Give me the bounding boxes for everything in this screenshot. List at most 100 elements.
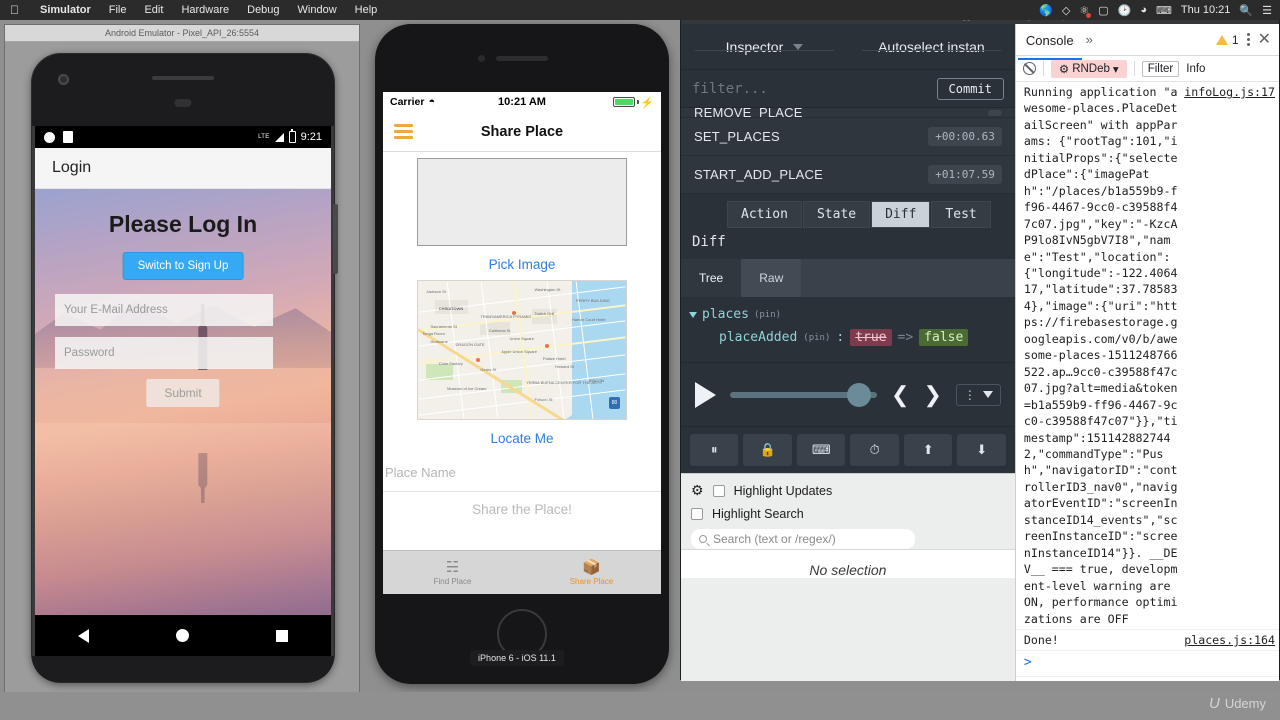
action-row[interactable]: START_ADD_PLACE +01:07.59: [681, 156, 1015, 194]
submit-button[interactable]: Submit: [146, 379, 220, 407]
console-log-source[interactable]: infoLog.js:17: [1184, 84, 1275, 627]
ios-simulator-window[interactable]: Carrier ◓ 10:21 AM ⚡ Share Place Pick Im…: [361, 24, 673, 688]
dropbox-icon[interactable]: ◇: [1062, 4, 1070, 17]
menu-item-simulator[interactable]: Simulator: [31, 4, 100, 16]
subtab-tree[interactable]: Tree: [681, 259, 742, 297]
android-navigation-bar[interactable]: [35, 615, 331, 656]
diff-root-key: places: [702, 307, 749, 322]
chevron-left-icon[interactable]: ❮: [891, 382, 909, 408]
place-name-input[interactable]: Place Name: [383, 465, 661, 480]
recents-icon[interactable]: [275, 629, 288, 642]
diff-prop-node[interactable]: placeAdded (pin) : true => false: [719, 329, 1015, 346]
gear-icon[interactable]: ⚙: [691, 482, 704, 499]
diff-root-node[interactable]: places (pin): [689, 307, 1015, 322]
back-icon[interactable]: [78, 628, 90, 643]
pause-circle-icon[interactable]: ⏸: [690, 434, 739, 466]
menu-item-help[interactable]: Help: [346, 4, 387, 16]
tab-find-place[interactable]: ☵ Find Place: [383, 551, 522, 594]
menu-item-window[interactable]: Window: [289, 4, 346, 16]
keyboard-icon[interactable]: ⌨: [796, 434, 846, 466]
tab-action[interactable]: Action: [727, 200, 802, 228]
front-camera-icon: [58, 74, 69, 85]
menu-item-edit[interactable]: Edit: [135, 4, 172, 16]
chevron-double-right-icon[interactable]: »: [1086, 32, 1093, 47]
warning-badge[interactable]: 1: [1215, 33, 1239, 47]
action-name: START_ADD_PLACE: [694, 167, 823, 182]
filter-button[interactable]: Filter: [1141, 60, 1180, 77]
menu-item-file[interactable]: File: [100, 4, 136, 16]
close-icon[interactable]: ✕: [1258, 31, 1271, 48]
power-button[interactable]: [333, 204, 338, 274]
log-level-button[interactable]: Info: [1186, 63, 1205, 75]
inspector-selector[interactable]: Inspector: [681, 39, 848, 55]
network-type-label: LTE: [258, 134, 270, 140]
filter-input[interactable]: filter...: [692, 81, 937, 97]
highlight-search-checkbox[interactable]: [691, 508, 703, 520]
android-screen[interactable]: LTE 9:21 Login Please Log In Switch to S…: [35, 126, 331, 615]
play-icon[interactable]: [695, 381, 716, 408]
timer-off-icon[interactable]: ⏱: [850, 434, 899, 466]
password-field[interactable]: Password: [55, 337, 273, 369]
lock-icon[interactable]: 🔒: [743, 434, 792, 466]
search-icon[interactable]: 🔍: [1239, 4, 1253, 17]
slider-handle[interactable]: [847, 382, 871, 407]
android-emulator-window[interactable]: Android Emulator - Pixel_API_26:5554 LTE…: [4, 24, 360, 692]
switch-to-signup-button[interactable]: Switch to Sign Up: [122, 252, 244, 280]
download-icon[interactable]: ⬇: [957, 434, 1006, 466]
map-label: Geary St: [480, 366, 497, 372]
email-field[interactable]: Your E-Mail Address: [55, 294, 273, 326]
console-log-row[interactable]: Done! places.js:164: [1015, 630, 1279, 652]
upload-icon[interactable]: ⬆: [903, 434, 953, 466]
tab-diff[interactable]: Diff: [871, 200, 931, 228]
clear-console-icon[interactable]: [1022, 62, 1036, 75]
clock-icon[interactable]: 🕑: [1118, 4, 1132, 17]
battery-icon: [288, 129, 296, 143]
wifi-icon[interactable]: ◕: [1140, 4, 1147, 16]
control-center-icon[interactable]: ☰: [1262, 4, 1272, 17]
highlight-updates-checkbox[interactable]: [712, 484, 725, 497]
action-row[interactable]: SET_PLACES +00:00.63: [681, 118, 1015, 156]
pick-image-button[interactable]: Pick Image: [383, 246, 661, 280]
menu-item-hardware[interactable]: Hardware: [172, 4, 238, 16]
globe-icon[interactable]: 🌎: [1039, 4, 1053, 17]
share-place-button[interactable]: Share the Place!: [383, 492, 661, 517]
highlight-search-row[interactable]: Highlight Search: [691, 507, 1005, 521]
react-native-debugger-window[interactable]: React Native Debugger - Connected (port …: [680, 8, 1280, 681]
apple-icon[interactable]: : [0, 4, 31, 16]
ios-tab-bar[interactable]: ☵ Find Place 📦 Share Place: [383, 550, 661, 594]
console-output[interactable]: Running application "awesome-places.Plac…: [1015, 82, 1279, 681]
tab-state[interactable]: State: [802, 200, 871, 228]
tab-share-place-label: Share Place: [569, 576, 614, 586]
inspector-search-input[interactable]: Search (text or /regex/): [691, 529, 915, 549]
commit-button[interactable]: Commit: [936, 77, 1004, 100]
time-travel-slider[interactable]: [730, 382, 877, 407]
battery-cap-icon: [636, 100, 639, 104]
airplay-icon[interactable]: ▢: [1098, 4, 1108, 17]
map-preview[interactable]: 80 Jackson St Washington St CHINATOWN PE…: [417, 280, 627, 420]
tab-test[interactable]: Test: [931, 200, 991, 228]
console-prompt[interactable]: >: [1015, 651, 1279, 677]
locate-me-button[interactable]: Locate Me: [383, 420, 661, 454]
input-source-icon[interactable]: ⌨: [1156, 4, 1172, 17]
ios-screen[interactable]: Carrier ◓ 10:21 AM ⚡ Share Place Pick Im…: [383, 92, 661, 594]
triangle-down-icon[interactable]: [689, 311, 697, 318]
highlight-updates-row[interactable]: ⚙ Highlight Updates: [691, 482, 1005, 499]
menu-item-debug[interactable]: Debug: [238, 4, 288, 16]
place-name-row[interactable]: Place Name: [383, 454, 661, 492]
subtab-raw[interactable]: Raw: [741, 259, 802, 297]
map-label: California St: [488, 327, 511, 333]
menubar-clock[interactable]: Thu 10:21: [1181, 4, 1231, 16]
chevron-right-icon[interactable]: ❯: [923, 382, 941, 408]
tab-share-place[interactable]: 📦 Share Place: [522, 551, 661, 594]
home-icon[interactable]: [175, 629, 189, 642]
context-selector[interactable]: ⚙ RNDeb ▾: [1050, 59, 1127, 78]
playback-options-dropdown[interactable]: ⋮: [955, 383, 1001, 406]
tab-console[interactable]: Console: [1017, 26, 1082, 60]
console-log-source[interactable]: places.js:164: [1184, 632, 1275, 648]
more-vertical-icon[interactable]: [1246, 33, 1250, 46]
console-log-row[interactable]: Running application "awesome-places.Plac…: [1015, 82, 1279, 630]
chevron-down-icon[interactable]: [793, 43, 804, 50]
action-row[interactable]: REMOVE_PLACE: [681, 108, 1015, 118]
autoselect-instance-selector[interactable]: Autoselect instan: [848, 39, 1015, 55]
chrome-icon[interactable]: ⚛: [1079, 4, 1092, 18]
